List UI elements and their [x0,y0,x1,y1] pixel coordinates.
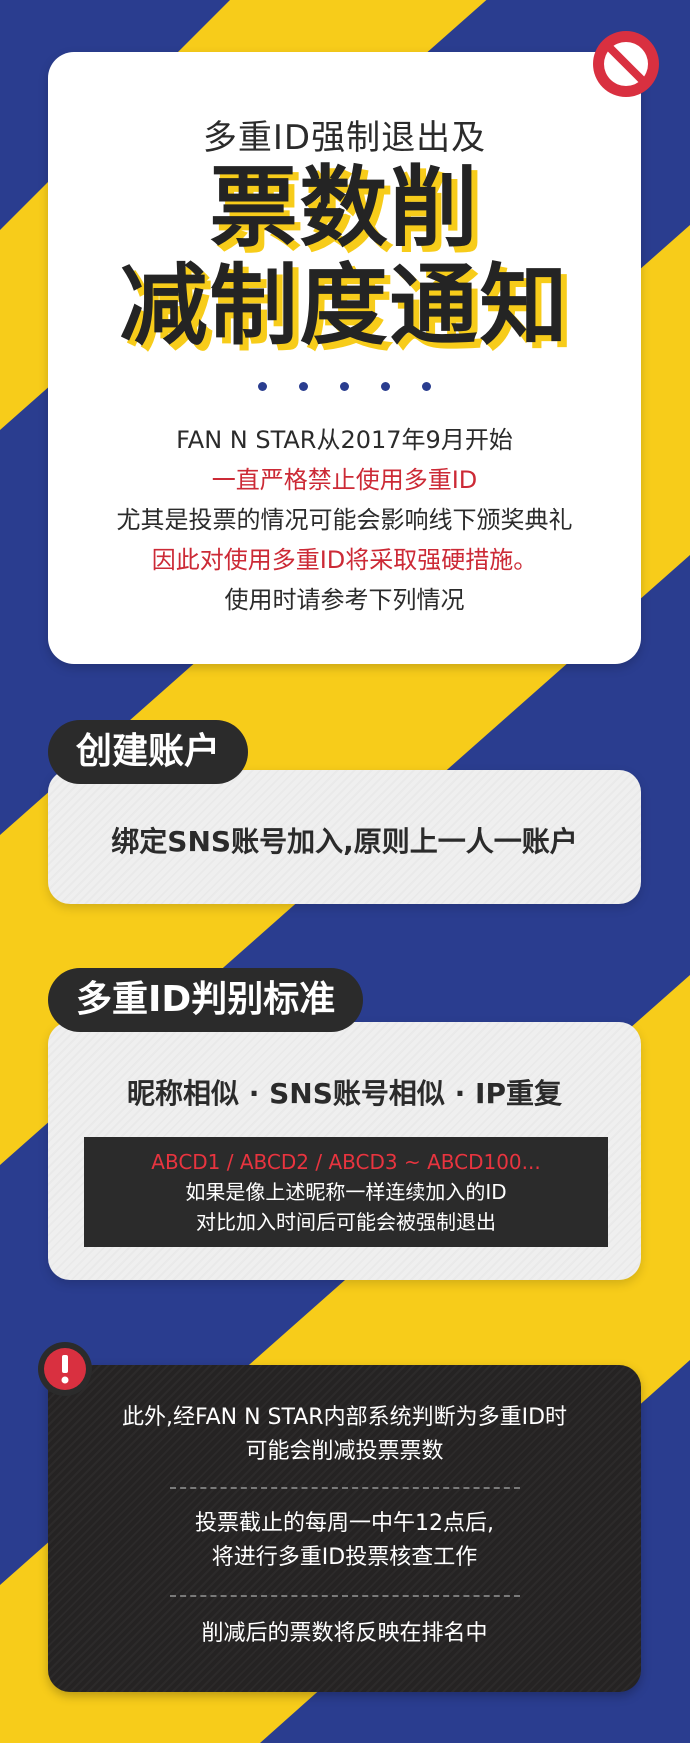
criteria-text: 昵称相似 · SNS账号相似 · IP重复 [127,1077,562,1110]
dashed-divider [170,1487,520,1489]
intro-line: 使用时请参考下列情况 [224,586,465,614]
main-title-line-1: 票数削 [209,156,480,259]
main-title-line-2: 减制度通知 [119,254,570,357]
example-note-line: 对比加入时间后可能会被强制退出 [196,1210,496,1234]
section-label-create-account: 创建账户 [48,720,249,784]
dot-divider [48,382,641,391]
example-box: ABCD1 / ABCD2 / ABCD3 ~ ABCD100... 如果是像上… [84,1137,608,1247]
notice-line: 可能会削减投票票数 [245,1439,444,1464]
create-account-card: 绑定SNS账号加入,原则上一人一账户 [48,770,641,904]
subtitle: 多重ID强制退出及 [202,118,487,158]
intro-line-highlight: 因此对使用多重ID将采取强硬措施。 [151,546,538,574]
section-label-multi-id-criteria: 多重ID判别标准 [48,968,364,1032]
notice-paragraph-1: 此外,经FAN N STAR内部系统判断为多重ID时 可能会削减投票票数 [48,1401,641,1469]
notice-paragraph-3: 削减后的票数将反映在排名中 [48,1617,641,1651]
create-account-text: 绑定SNS账号加入,原则上一人一账户 [111,825,578,858]
intro-line: FAN N STAR从2017年9月开始 [176,426,513,454]
intro-text: FAN N STAR从2017年9月开始 一直严格禁止使用多重ID 尤其是投票的… [48,420,641,620]
example-nicknames: ABCD1 / ABCD2 / ABCD3 ~ ABCD100... [151,1150,541,1174]
notice-line: 此外,经FAN N STAR内部系统判断为多重ID时 [121,1405,568,1430]
prohibited-icon [593,31,659,97]
intro-line: 尤其是投票的情况可能会影响线下颁奖典礼 [116,506,573,534]
title-card: 多重ID强制退出及 票数削 减制度通知 FAN N STAR从2017年9月开始… [48,52,641,664]
exclamation-icon [38,1342,92,1396]
example-note-line: 如果是像上述昵称一样连续加入的ID [185,1180,507,1204]
dashed-divider [170,1595,520,1597]
notice-card: 此外,经FAN N STAR内部系统判断为多重ID时 可能会削减投票票数 投票截… [48,1365,641,1692]
multi-id-criteria-card: 昵称相似 · SNS账号相似 · IP重复 ABCD1 / ABCD2 / AB… [48,1022,641,1280]
notice-line: 将进行多重ID投票核查工作 [211,1545,478,1570]
notice-paragraph-2: 投票截止的每周一中午12点后, 将进行多重ID投票核查工作 [48,1507,641,1575]
notice-line: 削减后的票数将反映在排名中 [201,1621,488,1646]
intro-line-highlight: 一直严格禁止使用多重ID [211,466,478,494]
notice-line: 投票截止的每周一中午12点后, [195,1511,494,1536]
